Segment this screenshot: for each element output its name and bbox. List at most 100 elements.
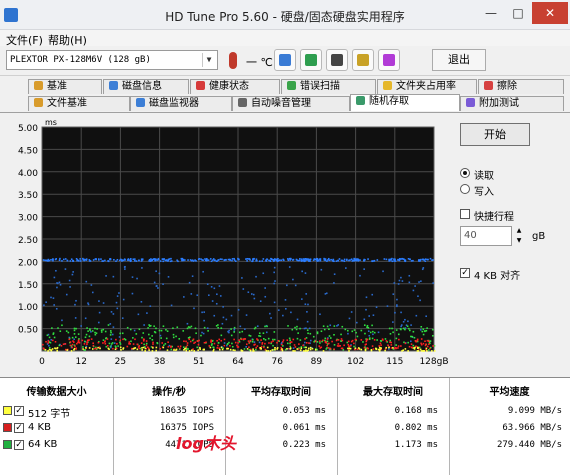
- short-stroke-checkbox[interactable]: [460, 209, 470, 219]
- series-point-band: [403, 259, 406, 262]
- series-point-64kb: [252, 338, 254, 341]
- tab-row1-1[interactable]: 磁盘信息: [103, 79, 189, 94]
- series-point-512b: [51, 348, 54, 350]
- write-radio[interactable]: [460, 184, 470, 194]
- series-point-64kb: [273, 338, 276, 341]
- camera-button[interactable]: [326, 49, 348, 71]
- copy-button[interactable]: [274, 49, 296, 71]
- tab-row1-0[interactable]: 基准: [28, 79, 102, 94]
- short-stroke-stepper[interactable]: ▲ ▼: [514, 226, 524, 246]
- series-point-512b: [266, 346, 269, 349]
- series-point-64kb: [117, 345, 119, 347]
- series-point-64kb: [77, 333, 80, 335]
- series-point-4kb: [242, 338, 245, 340]
- series-point-scatter: [333, 273, 336, 276]
- series-point-4kb: [390, 344, 393, 346]
- series-point-4kb: [343, 344, 345, 347]
- series-point-512b: [384, 349, 386, 352]
- series-point-4kb: [428, 343, 430, 345]
- series-point-band: [299, 258, 301, 260]
- row-checkbox[interactable]: ✓: [14, 423, 24, 433]
- results-table: 传输数据大小 操作/秒 平均存取时间 最大存取时间 平均速度 ✓ 512 字节 18635 I…: [0, 377, 570, 475]
- series-point-4kb: [347, 340, 350, 343]
- series-point-64kb: [49, 341, 52, 344]
- tab-row1-3[interactable]: 错误扫描: [281, 79, 376, 94]
- series-point-band: [149, 260, 152, 262]
- series-point-512b: [85, 346, 87, 349]
- short-stroke-input[interactable]: 40: [460, 226, 512, 246]
- series-point-scatter: [396, 304, 398, 306]
- series-point-scatter: [222, 306, 224, 308]
- series-point-64kb: [57, 327, 59, 329]
- series-point-4kb: [314, 340, 317, 343]
- series-point-band: [373, 259, 376, 262]
- series-point-4kb: [68, 338, 71, 341]
- tab-row1-2[interactable]: 健康状态: [190, 79, 280, 94]
- series-point-scatter: [116, 295, 119, 297]
- maximize-button[interactable]: □: [505, 2, 531, 24]
- row-checkbox[interactable]: ✓: [14, 440, 24, 450]
- tab-row2-2[interactable]: 自动噪音管理: [232, 96, 350, 111]
- series-point-scatter: [371, 293, 374, 296]
- series-point-512b: [269, 350, 272, 352]
- series-point-64kb: [51, 327, 53, 329]
- chevron-down-icon[interactable]: ▼: [202, 53, 215, 67]
- series-point-4kb: [420, 338, 423, 340]
- transfer-size-label: 64 KB: [28, 439, 58, 450]
- tab-label: 健康状态: [209, 81, 249, 92]
- series-point-scatter: [355, 321, 358, 324]
- series-point-scatter: [425, 315, 427, 318]
- series-point-scatter: [201, 311, 203, 314]
- minimize-button[interactable]: —: [478, 2, 504, 24]
- series-point-64kb: [217, 324, 219, 326]
- series-point-64kb: [264, 339, 267, 341]
- series-point-scatter: [365, 296, 368, 299]
- drive-select[interactable]: PLEXTOR PX-128M6V (128 gB) ▼: [6, 50, 218, 70]
- read-radio[interactable]: [460, 168, 470, 178]
- series-point-band: [115, 260, 117, 262]
- tab-row2-0[interactable]: 文件基准: [28, 96, 130, 111]
- tab-row1-5[interactable]: 擦除: [478, 79, 564, 94]
- series-point-4kb: [387, 344, 389, 347]
- series-point-4kb: [432, 345, 434, 347]
- series-point-64kb: [59, 330, 62, 333]
- tab-row1-4[interactable]: 文件夹占用率: [377, 79, 477, 94]
- exit-button[interactable]: 退出: [432, 49, 486, 71]
- series-point-scatter: [55, 307, 58, 310]
- tab-row2-3[interactable]: 随机存取: [350, 94, 460, 111]
- close-button[interactable]: ✕: [532, 2, 568, 24]
- tab-row2-1[interactable]: 磁盘监视器: [130, 96, 232, 111]
- download-button[interactable]: [378, 49, 400, 71]
- series-point-64kb: [296, 337, 299, 340]
- start-button[interactable]: 开始: [460, 123, 530, 146]
- series-point-4kb: [142, 338, 145, 340]
- series-point-band: [258, 260, 261, 263]
- series-point-band: [246, 257, 249, 260]
- series-point-band: [287, 258, 289, 260]
- series-point-64kb: [107, 324, 110, 326]
- series-point-scatter: [193, 307, 195, 310]
- series-point-64kb: [433, 344, 436, 347]
- series-point-64kb: [153, 325, 155, 328]
- series-point-scatter: [186, 322, 189, 325]
- series-point-512b: [416, 346, 419, 349]
- series-point-64kb: [231, 342, 233, 345]
- series-point-512b: [260, 348, 262, 350]
- series-point-64kb: [316, 331, 319, 333]
- series-point-64kb: [48, 336, 51, 339]
- copy-all-button[interactable]: [300, 49, 322, 71]
- series-point-64kb: [124, 338, 127, 341]
- series-point-64kb: [392, 331, 394, 334]
- series-point-band: [265, 259, 267, 261]
- align-4kb-checkbox[interactable]: ✓: [460, 268, 470, 278]
- options-button[interactable]: [352, 49, 374, 71]
- series-point-64kb: [166, 330, 169, 332]
- row-checkbox[interactable]: ✓: [14, 406, 24, 416]
- series-point-4kb: [326, 344, 328, 347]
- tab-row2-4[interactable]: 附加测试: [460, 96, 564, 111]
- series-point-scatter: [137, 313, 140, 316]
- series-point-band: [420, 258, 422, 261]
- ops-value: 18635 IOPS: [159, 406, 214, 416]
- series-point-4kb: [95, 347, 98, 350]
- series-point-64kb: [371, 337, 374, 340]
